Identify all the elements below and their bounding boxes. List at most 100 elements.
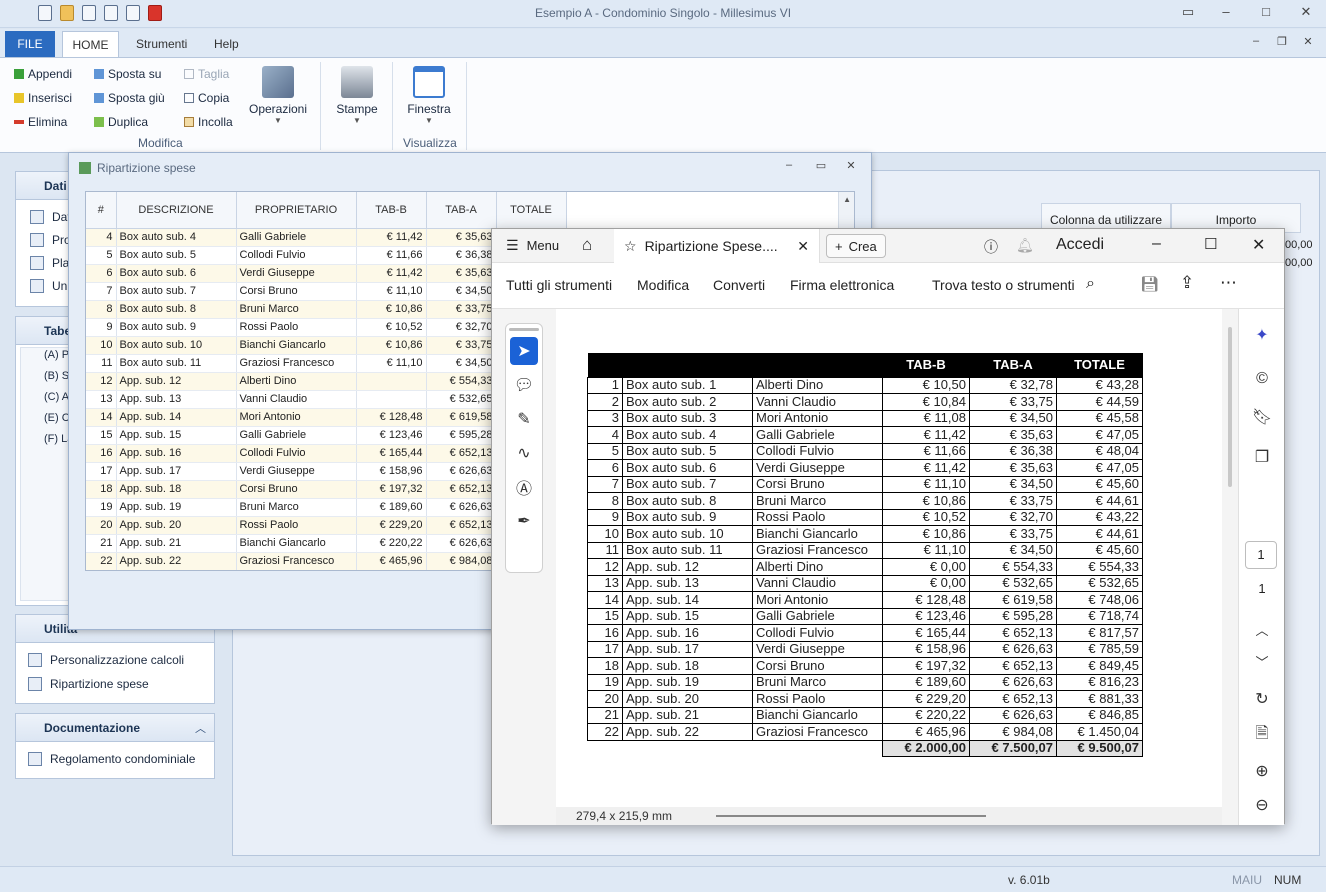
nav-item-personalizzazione[interactable]: Personalizzazione calcoli [28,653,184,667]
edit-menu[interactable]: Modifica [637,277,689,293]
table-cell[interactable]: € 11,10 [356,354,427,373]
nav-item-unita[interactable]: Uni [30,279,70,293]
table-cell[interactable]: App. sub. 16 [116,444,237,463]
table-cell[interactable]: 10 [86,336,117,355]
table-cell[interactable]: € 532,65 [426,390,497,409]
page-number-input[interactable]: 1 [1245,541,1277,569]
table-cell[interactable]: € 619,58 [426,408,497,427]
ai-assistant-icon[interactable]: ✦ [1250,323,1274,347]
table-cell[interactable]: Box auto sub. 10 [116,336,237,355]
bell-icon[interactable]: 🔔︎ [1016,237,1034,254]
table-cell[interactable]: App. sub. 17 [116,462,237,481]
cut-button[interactable]: Taglia [184,64,229,84]
table-cell[interactable]: € 11,66 [356,246,427,265]
table-cell[interactable]: App. sub. 19 [116,498,237,517]
collapse-chevron-icon[interactable]: ︿ [195,720,206,736]
table-cell[interactable]: App. sub. 13 [116,390,237,409]
table-cell[interactable]: € 123,46 [356,426,427,445]
column-header[interactable]: TAB-B [356,192,427,229]
window-button[interactable]: Finestra ▼ [400,66,458,125]
table-cell[interactable]: € 652,13 [426,516,497,535]
select-cursor-icon[interactable]: ➤ [510,337,538,365]
search-tools-field[interactable]: Trova testo o strumenti [932,277,1075,293]
sign-in-link[interactable]: Accedi [1056,236,1104,254]
table-cell[interactable]: € 35,63 [426,228,497,247]
vertical-scrollbar[interactable] [1228,327,1232,487]
esign-menu[interactable]: Firma elettronica [790,277,894,293]
table-cell[interactable]: € 158,96 [356,462,427,481]
table-cell[interactable]: App. sub. 15 [116,426,237,445]
table-cell[interactable]: € 626,63 [426,462,497,481]
star-icon[interactable]: ☆ [624,238,637,255]
table-cell[interactable]: 15 [86,426,117,445]
table-cell[interactable]: € 10,86 [356,336,427,355]
table-cell[interactable]: 11 [86,354,117,373]
table-cell[interactable]: Graziosi Francesco [236,354,357,373]
table-cell[interactable]: 14 [86,408,117,427]
table-cell[interactable]: Box auto sub. 9 [116,318,237,337]
copy-button[interactable]: Copia [184,88,229,108]
table-cell[interactable]: App. sub. 14 [116,408,237,427]
column-header[interactable]: DESCRIZIONE [116,192,237,229]
tab-file[interactable]: FILE [5,31,55,57]
table-cell[interactable]: € 229,20 [356,516,427,535]
table-cell[interactable]: 7 [86,282,117,301]
table-cell[interactable]: Box auto sub. 11 [116,354,237,373]
home-icon[interactable]: ⌂ [582,235,592,255]
minimize-icon[interactable]: – [1216,4,1236,19]
column-header[interactable]: TOTALE [496,192,567,229]
table-cell[interactable]: € 197,32 [356,480,427,499]
table-cell[interactable]: Box auto sub. 8 [116,300,237,319]
search-icon[interactable]: ⌕ [1086,275,1095,293]
column-header[interactable]: PROPRIETARIO [236,192,357,229]
table-cell[interactable]: € 984,08 [426,552,497,570]
table-cell[interactable]: € 652,13 [426,444,497,463]
delete-button[interactable]: Elimina [14,112,67,132]
table-cell[interactable]: € 652,13 [426,480,497,499]
close-tab-icon[interactable]: ✕ [797,238,809,255]
mdi-minimize-icon[interactable]: – [1246,35,1266,47]
nav-item-dati[interactable]: Dat [30,210,71,224]
table-cell[interactable]: 18 [86,480,117,499]
table-cell[interactable]: € 33,75 [426,336,497,355]
maximize-icon[interactable]: □ [1256,4,1276,19]
help-icon[interactable]: ⓘ [984,237,998,257]
table-cell[interactable]: Alberti Dino [236,372,357,391]
nav-item-planimetria[interactable]: Pla [30,256,69,270]
column-header[interactable]: # [86,192,117,229]
sign-icon[interactable]: ✒ [510,507,538,535]
tab-help[interactable]: Help [204,31,249,57]
move-up-button[interactable]: Sposta su [94,64,161,84]
table-cell[interactable]: 16 [86,444,117,463]
table-cell[interactable]: € 34,50 [426,354,497,373]
table-cell[interactable]: Rossi Paolo [236,516,357,535]
table-cell[interactable]: Bruni Marco [236,300,357,319]
horizontal-scrollbar[interactable] [716,815,986,817]
nav-item-proprietari[interactable]: Pro [30,233,71,247]
previous-page-icon[interactable]: ︿ [1250,617,1274,641]
more-icon[interactable]: ⋯ [1220,273,1237,293]
table-cell[interactable]: € 34,50 [426,282,497,301]
table-cell[interactable]: € 33,75 [426,300,497,319]
table-cell[interactable]: € 11,42 [356,264,427,283]
table-cell[interactable]: € 32,70 [426,318,497,337]
table-cell[interactable]: Verdi Giuseppe [236,462,357,481]
table-cell[interactable]: € 465,96 [356,552,427,570]
table-cell[interactable]: Graziosi Francesco [236,552,357,570]
table-cell[interactable]: Vanni Claudio [236,390,357,409]
tab-strumenti[interactable]: Strumenti [126,31,197,57]
table-cell[interactable]: € 626,63 [426,534,497,553]
table-cell[interactable]: € 10,86 [356,300,427,319]
table-cell[interactable]: Mori Antonio [236,408,357,427]
print-button[interactable]: Stampe ▼ [330,66,384,125]
column-header[interactable]: TAB-A [426,192,497,229]
table-cell[interactable]: Collodi Fulvio [236,444,357,463]
close-icon[interactable]: ✕ [1296,4,1316,20]
minimize-icon[interactable]: – [1152,235,1161,253]
table-cell[interactable]: App. sub. 18 [116,480,237,499]
table-cell[interactable]: € 11,10 [356,282,427,301]
table-cell[interactable]: Box auto sub. 5 [116,246,237,265]
upload-cloud-icon[interactable]: ⇪ [1180,273,1194,293]
table-cell[interactable]: 20 [86,516,117,535]
restore-icon[interactable]: ▭ [811,159,831,172]
